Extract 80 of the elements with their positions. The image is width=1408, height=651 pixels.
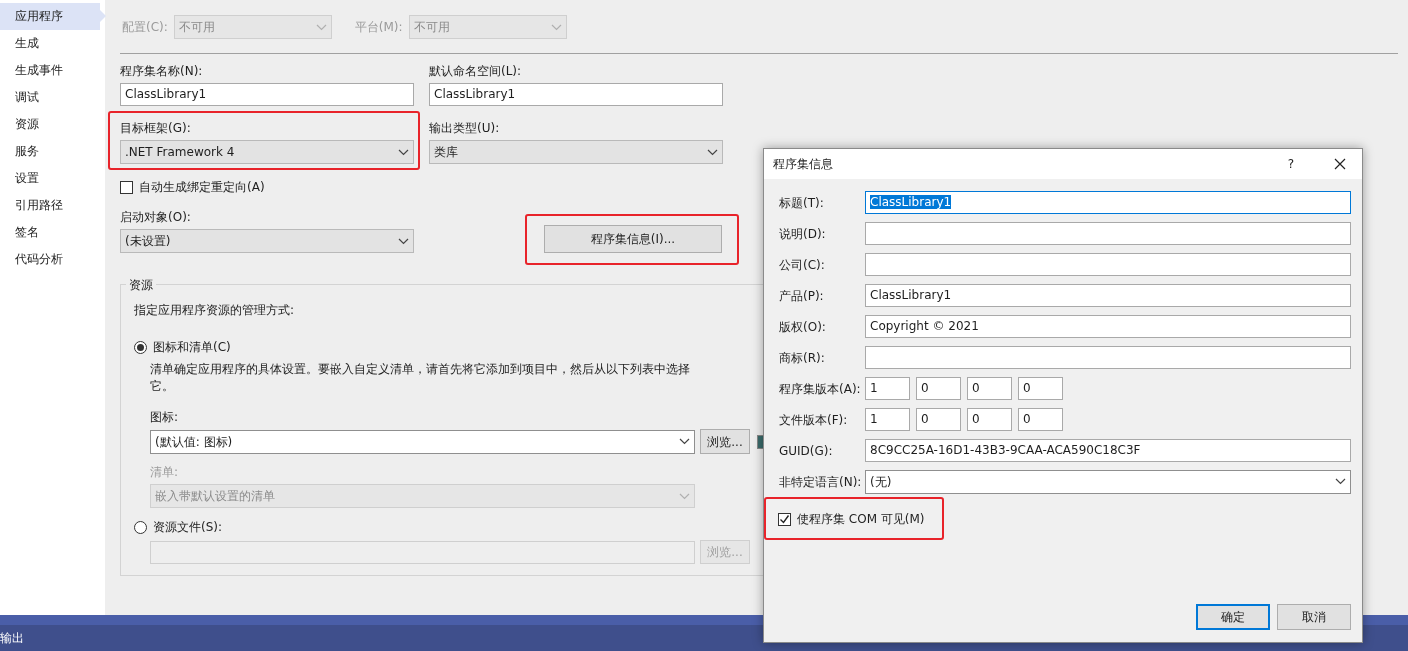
sidebar-item[interactable]: 代码分析 <box>0 246 106 273</box>
note-text: 清单确定应用程序的具体设置。要嵌入自定义清单，请首先将它添加到项目中，然后从以下列表中选择它。 <box>150 361 691 395</box>
sidebar-item[interactable]: 生成 <box>0 30 106 57</box>
dropdown[interactable]: 类库 <box>429 140 723 164</box>
sidebar-item[interactable]: 生成事件 <box>0 57 106 84</box>
text-field[interactable]: ClassLibrary1 <box>429 83 723 106</box>
dialog-button[interactable]: 取消 <box>1277 604 1351 630</box>
browse-button[interactable]: 浏览... <box>700 429 750 454</box>
text-field[interactable]: 0 <box>1018 377 1063 400</box>
field-label: 程序集版本(A): <box>778 380 862 398</box>
field-label: 版权(O): <box>778 318 827 336</box>
text-field[interactable] <box>150 540 695 564</box>
text-field[interactable]: 1 <box>865 377 910 400</box>
text-field[interactable] <box>865 346 1351 369</box>
sidebar-item[interactable]: 服务 <box>0 138 106 165</box>
field-label: 标题(T): <box>778 194 825 212</box>
text-field[interactable]: Copyright © 2021 <box>865 315 1351 338</box>
chevron-down-icon <box>1335 478 1346 485</box>
group-title: 资源 <box>126 276 156 294</box>
field-label: 图标: <box>150 409 179 426</box>
text-field[interactable]: ClassLibrary1 <box>865 191 1351 214</box>
radio-label[interactable]: 图标和清单(C) <box>153 338 231 356</box>
field-label: GUID(G): <box>778 442 834 460</box>
chevron-down-icon <box>707 148 718 156</box>
field-label: 配置(C): <box>122 19 168 36</box>
chevron-down-icon <box>679 438 690 445</box>
checkbox[interactable] <box>120 180 133 194</box>
text-field[interactable]: ClassLibrary1 <box>865 284 1351 307</box>
assembly-info-button[interactable]: 程序集信息(I)... <box>544 225 722 253</box>
field-label: 目标框架(G): <box>120 120 191 137</box>
text-field[interactable]: ClassLibrary1 <box>120 83 414 106</box>
field-label: 非特定语言(N): <box>778 473 863 491</box>
checkbox-label[interactable]: 自动生成绑定重定向(A) <box>139 178 265 196</box>
sidebar-item[interactable]: 设置 <box>0 165 106 192</box>
dropdown[interactable]: (默认值: 图标) <box>150 429 695 454</box>
chevron-down-icon <box>398 237 409 245</box>
field-label: 产品(P): <box>778 287 825 305</box>
text-field[interactable]: 1 <box>865 408 910 431</box>
sidebar-item[interactable]: 签名 <box>0 219 106 246</box>
field-label: 商标(R): <box>778 349 826 367</box>
field-label: 启动对象(O): <box>120 209 191 226</box>
text-field[interactable]: 0 <box>1018 408 1063 431</box>
field-label: 文件版本(F): <box>778 411 849 429</box>
dialog-button[interactable]: 确定 <box>1196 604 1270 630</box>
text-field[interactable]: 8C9CC25A-16D1-43B3-9CAA-ACA590C18C3F <box>865 439 1351 462</box>
text-field[interactable]: 0 <box>967 408 1012 431</box>
sidebar-item[interactable]: 引用路径 <box>0 192 106 219</box>
radio-label[interactable]: 资源文件(S): <box>153 518 223 536</box>
description-text: 指定应用程序资源的管理方式: <box>134 302 296 319</box>
chevron-down-icon <box>679 492 690 500</box>
field-label: 程序集名称(N): <box>120 63 203 80</box>
checkbox-label[interactable]: 使程序集 COM 可见(M) <box>797 510 925 528</box>
dropdown[interactable]: (无) <box>865 469 1351 494</box>
radio-button[interactable] <box>134 340 147 354</box>
field-label: 公司(C): <box>778 256 826 274</box>
text-field[interactable] <box>865 253 1351 276</box>
text-field[interactable]: 0 <box>916 408 961 431</box>
field-label: 说明(D): <box>778 225 827 243</box>
chevron-down-icon <box>315 23 327 31</box>
field-label: 清单: <box>150 464 179 481</box>
sidebar-item[interactable]: 资源 <box>0 111 106 138</box>
text-field[interactable]: 0 <box>967 377 1012 400</box>
field-label: 平台(M): <box>354 19 403 36</box>
field-label: 默认命名空间(L): <box>429 63 522 80</box>
close-icon[interactable] <box>1334 158 1346 170</box>
dialog-title: 程序集信息 <box>773 156 833 173</box>
dropdown[interactable]: .NET Framework 4 <box>120 140 414 164</box>
checkbox[interactable] <box>778 512 791 526</box>
help-button[interactable]: ? <box>1287 155 1294 173</box>
text-field[interactable]: 0 <box>916 377 961 400</box>
dropdown[interactable]: (未设置) <box>120 229 414 253</box>
checkmark-icon <box>779 513 790 525</box>
output-panel-title[interactable]: 输出 <box>0 629 24 647</box>
sidebar-item[interactable]: 调试 <box>0 84 106 111</box>
text-field[interactable] <box>865 222 1351 245</box>
radio-button[interactable] <box>134 520 147 534</box>
sidebar-item[interactable]: 应用程序 <box>0 3 106 30</box>
chevron-down-icon <box>398 148 409 156</box>
field-label: 输出类型(U): <box>429 120 500 137</box>
chevron-down-icon <box>550 23 562 31</box>
